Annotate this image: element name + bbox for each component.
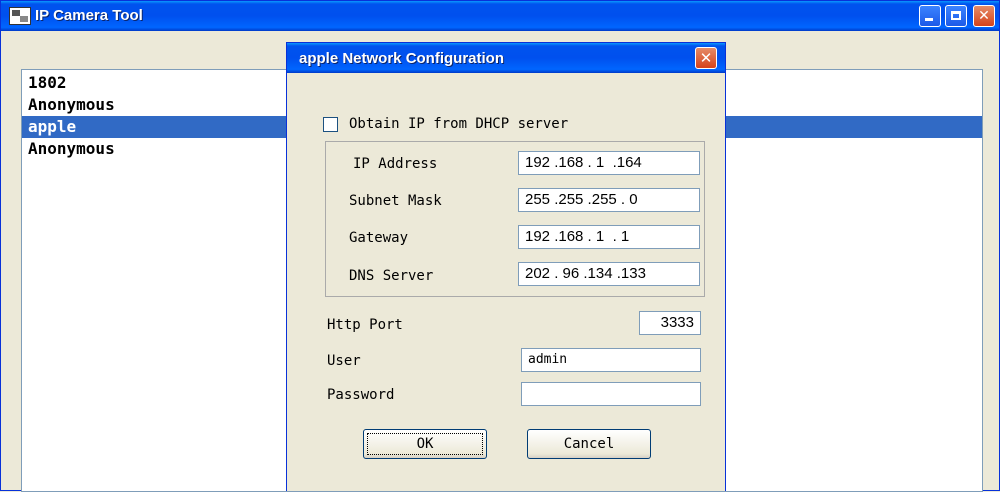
subnet-mask-field[interactable]: 255 .255 .255 . 0 [518,188,700,212]
list-item[interactable]: Anonymous [28,138,115,160]
ok-button[interactable]: OK [363,429,487,459]
cancel-button-label: Cancel [563,436,615,452]
gateway-field[interactable]: 192 .168 . 1 . 1 [518,225,700,249]
user-label: User [327,353,361,369]
dns-server-field[interactable]: 202 . 96 .134 .133 [518,262,700,286]
dialog-titlebar[interactable]: apple Network Configuration ✕ [287,43,725,73]
dialog-title: apple Network Configuration [299,50,505,67]
dns-server-label: DNS Server [349,268,434,284]
main-window-title: IP Camera Tool [35,7,143,24]
list-item[interactable]: 1802 [28,72,67,94]
list-item[interactable]: Anonymous [28,94,115,116]
gateway-label: Gateway [349,230,409,246]
dialog-close-button[interactable]: ✕ [695,47,717,69]
minimize-button[interactable] [919,5,941,27]
ip-address-field[interactable]: 192 .168 . 1 .164 [518,151,700,175]
cancel-button[interactable]: Cancel [527,429,651,459]
network-config-dialog: apple Network Configuration ✕ Obtain IP … [286,42,726,491]
focus-outline [367,433,483,455]
subnet-mask-label: Subnet Mask [349,193,442,209]
close-button[interactable]: ✕ [973,5,995,27]
http-port-field[interactable]: 3333 [639,311,701,335]
camera-app-icon [9,7,31,25]
maximize-button[interactable] [945,5,967,27]
user-field[interactable]: admin [521,348,701,372]
main-titlebar[interactable]: IP Camera Tool ✕ [1,1,999,31]
password-label: Password [327,387,395,403]
password-field[interactable] [521,382,701,406]
http-port-label: Http Port [327,317,403,333]
ip-address-label: IP Address [353,156,438,172]
dhcp-label: Obtain IP from DHCP server [349,116,569,132]
dhcp-checkbox[interactable] [323,117,338,132]
